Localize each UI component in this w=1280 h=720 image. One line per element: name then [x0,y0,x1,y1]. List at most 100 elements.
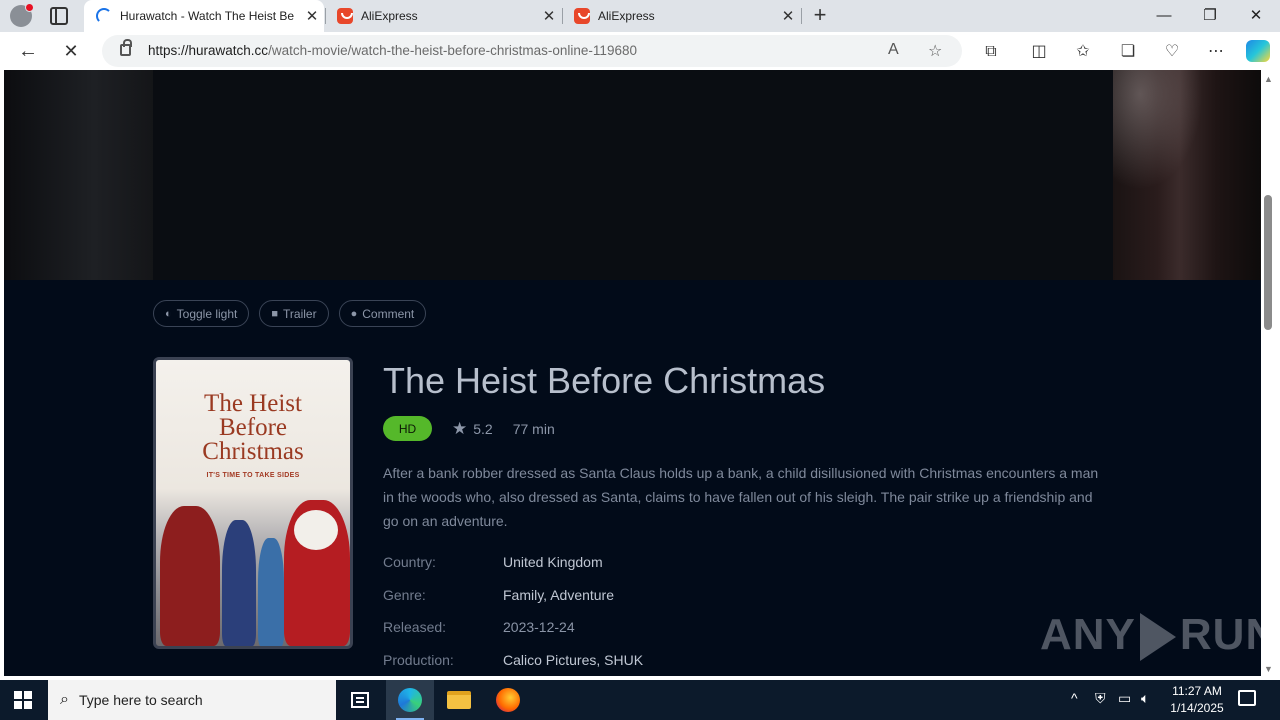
quality-badge: HD [383,416,432,441]
poster-title-line: Before [218,414,288,441]
close-tab-icon[interactable]: ✕ [300,7,324,25]
duration: 77 min [512,420,555,437]
action-buttons: ◐ Toggle light ■ Trailer ● Comment [153,300,427,327]
video-player-area[interactable] [4,70,1261,280]
close-window-icon[interactable]: ✕ [1233,0,1279,32]
search-placeholder: Type here to search [78,692,203,708]
movie-poster: The Heist Before Christmas IT'S TIME TO … [153,357,353,649]
aliexpress-icon [337,8,353,24]
read-aloud-icon[interactable]: A [888,41,899,59]
file-explorer-button[interactable] [435,680,483,720]
favorites-icon[interactable]: ✩ [1072,41,1094,63]
clock-time: 11:27 AM [1172,684,1222,698]
tab-actions-icon[interactable] [50,7,68,25]
page-scrollbar[interactable]: ▲ ▼ [1261,70,1276,676]
tab-bar: Hurawatch - Watch The Heist Be ✕ AliExpr… [0,0,1280,32]
movie-facts: Country: United Kingdom Genre: Family, A… [383,554,643,676]
windows-taskbar: ⌕ Type here to search ^ ⛨ ▭ 🔈︎ 11:27 AM … [0,680,1280,720]
copilot-icon[interactable] [1246,40,1270,62]
tab-aliexpress-2[interactable]: AliExpress ✕ [562,0,800,32]
tab-aliexpress-1[interactable]: AliExpress ✕ [325,0,561,32]
security-icon[interactable]: ⛨ [1095,690,1106,707]
scroll-up-icon[interactable]: ▲ [1264,74,1273,84]
fact-production: Production: Calico Pictures, SHUK [383,652,643,676]
backdrop-right [1113,70,1261,280]
split-screen-icon[interactable]: ◫ [1028,41,1050,63]
firefox-icon [496,688,520,712]
minimize-icon[interactable]: — [1141,0,1187,32]
player-frame[interactable] [153,70,1113,280]
movie-page: ◐ Toggle light ■ Trailer ● Comment The H… [4,70,1261,676]
folder-icon [447,691,471,709]
poster-title-line: Christmas [202,438,304,465]
scroll-down-icon[interactable]: ▼ [1264,664,1273,674]
close-tab-icon[interactable]: ✕ [776,7,800,25]
url-host: https://hurawatch.cc [148,43,269,58]
lock-icon[interactable] [120,39,132,56]
chevron-up-icon[interactable]: ^ [1071,690,1078,706]
trailer-label: Trailer [283,306,317,321]
notification-icon[interactable] [1238,690,1256,706]
poster-figure-child [222,520,256,646]
watermark-right: RUN [1179,610,1261,659]
half-circle-icon: ◐ [165,307,172,320]
trailer-button[interactable]: ■ Trailer [259,300,329,327]
comment-label: Comment [362,306,415,321]
close-tab-icon[interactable]: ✕ [537,7,561,25]
tab-hurawatch[interactable]: Hurawatch - Watch The Heist Be ✕ [84,0,324,32]
scrollbar-thumb[interactable] [1264,195,1272,330]
toggle-light-button[interactable]: ◐ Toggle light [153,300,250,327]
favorite-star-icon[interactable]: ☆ [928,41,942,61]
comment-bubble-icon: ● [350,307,358,320]
toggle-light-label: Toggle light [176,306,238,321]
rating-value: 5.2 [473,420,493,437]
rating: ★ 5.2 [452,419,493,439]
task-view-icon [351,692,369,708]
edge-icon [398,688,422,712]
address-bar[interactable]: https://hurawatch.cc/watch-movie/watch-t… [102,35,962,67]
firefox-button[interactable] [484,680,532,720]
profile-avatar-icon[interactable] [10,3,34,27]
back-arrow-icon[interactable]: ← [15,38,41,64]
tab-title: AliExpress [361,9,418,23]
browser-toolbar: ← ✕ https://hurawatch.cc/watch-movie/wat… [0,32,1280,70]
edge-taskbar-button[interactable] [386,680,434,720]
poster-figure-child-small [258,538,284,646]
play-triangle-icon [1139,613,1176,662]
poster-tagline: IT'S TIME TO TAKE SIDES [206,472,300,479]
collections-icon[interactable]: ❏ [1117,41,1139,63]
poster-title: The Heist Before Christmas [156,390,350,465]
anyrun-watermark: ANY RUN [1040,610,1261,662]
url-text[interactable]: https://hurawatch.cc/watch-movie/watch-t… [148,43,637,58]
taskbar-search[interactable]: ⌕ Type here to search [48,680,336,720]
movie-description: After a bank robber dressed as Santa Cla… [383,465,1099,529]
taskbar-clock[interactable]: 11:27 AM 1/14/2025 [1164,683,1230,717]
extensions-icon[interactable]: ⧉ [980,41,1002,63]
volume-icon[interactable]: 🔈︎ [1141,690,1149,707]
web-viewport: ◐ Toggle light ■ Trailer ● Comment The H… [0,70,1280,680]
backdrop-left [4,70,154,280]
fact-label: Production: [383,652,454,669]
network-icon[interactable]: ▭ [1118,690,1131,707]
poster-figure-santa-left [160,506,220,646]
tab-title: Hurawatch - Watch The Heist Be [120,9,295,23]
movie-title: The Heist Before Christmas [383,360,826,401]
stop-loading-icon[interactable]: ✕ [58,38,84,64]
tab-divider [801,8,802,24]
poster-title-line: The Heist [204,390,302,417]
fact-country: Country: United Kingdom [383,554,643,587]
fact-value[interactable]: Calico Pictures, SHUK [503,652,643,668]
browser-essentials-icon[interactable]: ♡ [1161,41,1183,63]
restore-icon[interactable]: ❐ [1187,0,1233,32]
aliexpress-icon [574,8,590,24]
movie-meta: HD ★ 5.2 77 min [383,416,555,441]
more-menu-icon[interactable]: ⋯ [1205,41,1227,63]
tab-title: AliExpress [598,9,655,23]
windows-start-icon[interactable] [14,691,32,709]
comment-button[interactable]: ● Comment [338,300,427,327]
task-view-button[interactable] [336,680,384,720]
new-tab-icon[interactable]: + [808,3,832,27]
fact-value[interactable]: Family, Adventure [503,587,614,603]
fact-value[interactable]: United Kingdom [503,554,603,570]
fact-value: 2023-12-24 [503,619,575,636]
